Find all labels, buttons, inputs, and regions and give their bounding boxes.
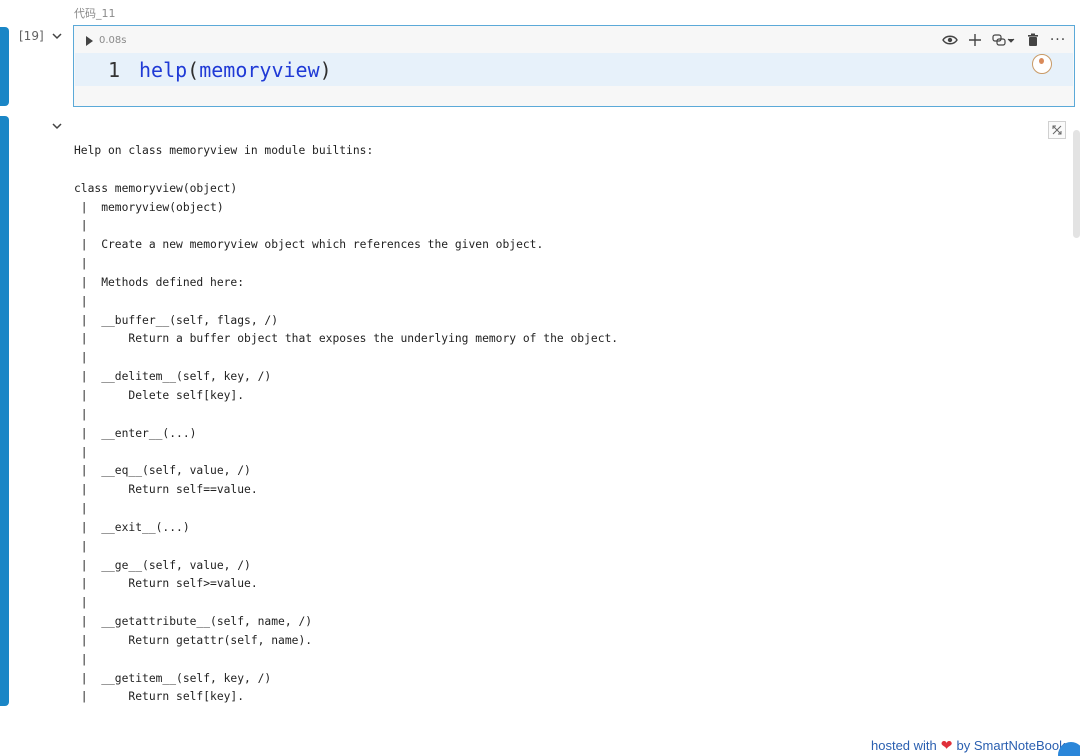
scrollbar[interactable] <box>1073 130 1080 238</box>
output-expand-icon[interactable] <box>1048 121 1066 139</box>
footer-brand-link[interactable]: by SmartNoteBook <box>957 738 1066 753</box>
code-func: help <box>139 58 188 82</box>
cell-status-icon[interactable] <box>1032 54 1052 74</box>
code-arg: memoryview <box>199 58 320 82</box>
output-area: Help on class memoryview in module built… <box>73 117 1071 717</box>
code-open-paren: ( <box>187 58 200 82</box>
cell-title: 代码_11 <box>74 7 116 20</box>
collapse-output-chevron-icon[interactable] <box>51 120 63 132</box>
run-icon[interactable] <box>86 35 93 46</box>
run-status: 0.08s <box>86 35 126 46</box>
execution-count: [19] <box>19 29 44 43</box>
footer-hosted-with: hosted with <box>871 738 937 753</box>
delete-icon[interactable] <box>1025 32 1041 48</box>
output-selection-bar[interactable] <box>0 116 9 706</box>
cell-toolbar: ··· <box>942 32 1066 48</box>
python-env-icon[interactable] <box>992 32 1016 48</box>
cell-selection-bar[interactable] <box>0 27 9 106</box>
collapse-code-chevron-icon[interactable] <box>51 30 63 42</box>
more-icon[interactable]: ··· <box>1050 32 1066 48</box>
code-line[interactable]: 1 help(memoryview) <box>75 53 1073 86</box>
run-time: 0.08s <box>99 35 127 46</box>
line-number: 1 <box>108 58 121 82</box>
output-text: Help on class memoryview in module built… <box>74 144 619 704</box>
heart-icon: ❤ <box>940 737 953 753</box>
code-cell[interactable]: 0.08s ··· 1 help(memoryview) <box>73 25 1075 107</box>
footer: hosted with ❤ by SmartNoteBook <box>871 737 1066 754</box>
code-close-paren: ) <box>319 58 332 82</box>
code-text[interactable]: help(memoryview) <box>139 58 332 82</box>
eye-icon[interactable] <box>942 32 958 48</box>
add-icon[interactable] <box>967 32 983 48</box>
